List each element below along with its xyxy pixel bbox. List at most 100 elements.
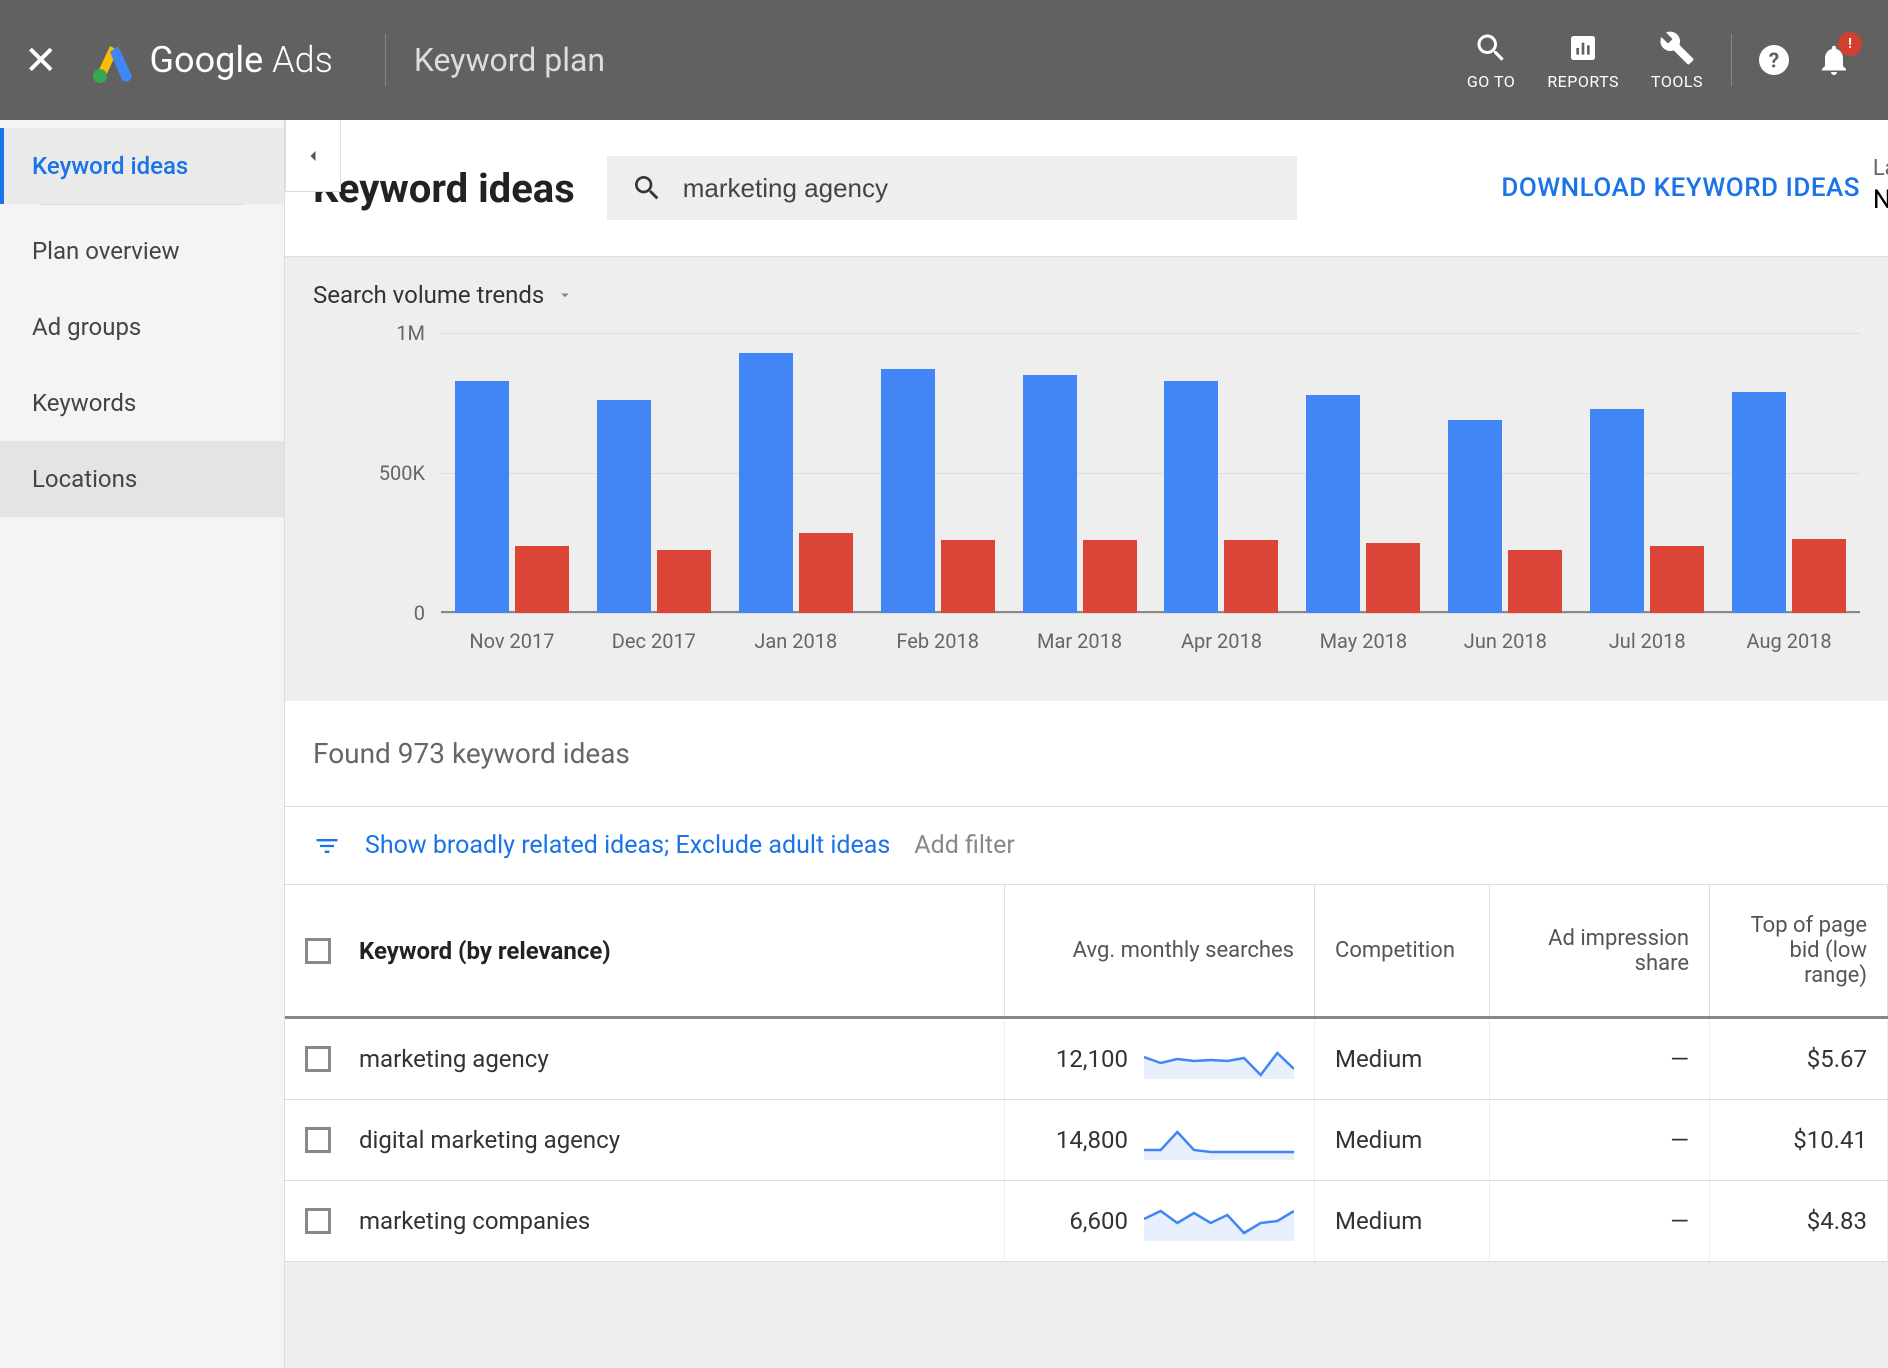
bar — [1164, 381, 1218, 613]
add-filter-button[interactable]: Add filter — [914, 831, 1015, 860]
divider — [385, 34, 386, 86]
bar — [515, 546, 569, 613]
x-label: Jun 2018 — [1434, 629, 1576, 653]
col-bid[interactable]: Top of page bid (low range) — [1710, 885, 1888, 1016]
wrench-icon — [1659, 30, 1695, 66]
cell-bid: $5.67 — [1710, 1019, 1888, 1099]
bar — [1650, 546, 1704, 613]
chart-section: Search volume trends 1M 500K 0 Nov 2017Dec… — [285, 257, 1888, 665]
cell-searches: 6,600 — [1005, 1181, 1315, 1261]
chart-title: Search volume trends — [313, 281, 544, 309]
bar — [1366, 543, 1420, 613]
search-volume-chart: 1M500K0 Nov 2017Dec 2017Jan 2018Feb 2018… — [357, 333, 1860, 653]
notifications-button[interactable]: ! — [1812, 38, 1856, 82]
bar-group — [1718, 333, 1860, 613]
chevron-left-icon — [303, 146, 323, 166]
filter-icon[interactable] — [313, 832, 341, 860]
tools-tool[interactable]: TOOLS — [1651, 30, 1703, 91]
sidebar-item-keyword-ideas[interactable]: Keyword ideas — [0, 128, 284, 204]
cell-keyword: marketing agency — [285, 1019, 1005, 1099]
x-label: Apr 2018 — [1151, 629, 1293, 653]
sidebar-item-locations[interactable]: Locations — [0, 441, 284, 517]
bar-group — [1292, 333, 1434, 613]
bar-group — [725, 333, 867, 613]
col-keyword[interactable]: Keyword (by relevance) — [285, 885, 1005, 1016]
bar — [1792, 539, 1846, 613]
collapse-sidebar-button[interactable] — [285, 120, 341, 192]
x-label: Nov 2017 — [441, 629, 583, 653]
bar-group — [1151, 333, 1293, 613]
bar — [881, 369, 935, 613]
bar-group — [867, 333, 1009, 613]
sparkline — [1144, 1120, 1294, 1160]
keyword-search[interactable] — [607, 156, 1297, 220]
table-row: digital marketing agency 14,800 Medium —… — [285, 1100, 1888, 1181]
gridline — [441, 613, 1860, 614]
y-tick: 0 — [414, 601, 425, 625]
bar — [1508, 550, 1562, 613]
keyword-search-input[interactable] — [683, 173, 1273, 204]
close-button[interactable]: ✕ — [24, 37, 58, 84]
x-label: Feb 2018 — [867, 629, 1009, 653]
help-icon: ? — [1756, 42, 1792, 78]
sidebar-item-ad-groups[interactable]: Ad groups — [0, 289, 284, 365]
bar — [941, 540, 995, 613]
main-content: Keyword ideas DOWNLOAD KEYWORD IDEAS Las… — [285, 120, 1888, 1368]
cell-competition: Medium — [1315, 1019, 1490, 1099]
svg-text:?: ? — [1769, 50, 1779, 74]
row-checkbox[interactable] — [305, 1046, 331, 1072]
goto-tool[interactable]: GO TO — [1467, 30, 1515, 91]
bar — [1224, 540, 1278, 613]
x-label: Jan 2018 — [725, 629, 867, 653]
google-ads-logo — [90, 36, 138, 84]
col-impression[interactable]: Ad impression share — [1490, 885, 1710, 1016]
ads-logo-icon — [90, 36, 138, 84]
results-section: Found 973 keyword ideas Show broadly rel… — [285, 701, 1888, 1262]
bar — [455, 381, 509, 613]
bar — [1448, 420, 1502, 613]
cell-bid: $10.41 — [1710, 1100, 1888, 1180]
help-button[interactable]: ? — [1752, 38, 1796, 82]
cell-keyword: marketing companies — [285, 1181, 1005, 1261]
col-competition[interactable]: Competition — [1315, 885, 1490, 1016]
truncated-panel: Las No — [1873, 156, 1888, 215]
bar — [1306, 395, 1360, 613]
chevron-down-icon[interactable] — [556, 286, 574, 304]
x-label: Jul 2018 — [1576, 629, 1718, 653]
bar — [799, 533, 853, 613]
row-checkbox[interactable] — [305, 1127, 331, 1153]
cell-impression: — — [1490, 1019, 1710, 1099]
bar-group — [1576, 333, 1718, 613]
bar — [1023, 375, 1077, 613]
search-icon — [631, 172, 663, 204]
table-row: marketing companies 6,600 Medium — $4.83 — [285, 1181, 1888, 1262]
col-searches[interactable]: Avg. monthly searches — [1005, 885, 1315, 1016]
sparkline — [1144, 1201, 1294, 1241]
sidebar-item-plan-overview[interactable]: Plan overview — [0, 213, 284, 289]
filter-row: Show broadly related ideas; Exclude adul… — [285, 807, 1888, 885]
select-all-checkbox[interactable] — [305, 938, 331, 964]
x-label: Mar 2018 — [1009, 629, 1151, 653]
page-title: Keyword plan — [414, 41, 605, 79]
cell-competition: Medium — [1315, 1181, 1490, 1261]
y-tick: 1M — [396, 321, 425, 345]
bar-group — [583, 333, 725, 613]
results-count: Found 973 keyword ideas — [285, 701, 1888, 807]
y-tick: 500K — [379, 461, 425, 485]
x-label: Dec 2017 — [583, 629, 725, 653]
cell-keyword: digital marketing agency — [285, 1100, 1005, 1180]
cell-competition: Medium — [1315, 1100, 1490, 1180]
table-header: Keyword (by relevance) Avg. monthly sear… — [285, 885, 1888, 1019]
row-checkbox[interactable] — [305, 1208, 331, 1234]
sparkline — [1144, 1039, 1294, 1079]
sidebar-item-keywords[interactable]: Keywords — [0, 365, 284, 441]
active-filters-link[interactable]: Show broadly related ideas; Exclude adul… — [365, 831, 890, 860]
cell-impression: — — [1490, 1100, 1710, 1180]
download-keyword-ideas-link[interactable]: DOWNLOAD KEYWORD IDEAS — [1501, 173, 1860, 203]
bar-group — [1009, 333, 1151, 613]
bar — [657, 550, 711, 613]
reports-tool[interactable]: REPORTS — [1547, 30, 1619, 91]
bar — [1732, 392, 1786, 613]
bar — [739, 353, 793, 613]
app-header: ✕ Google Ads Keyword plan GO TO REPORTS … — [0, 0, 1888, 120]
